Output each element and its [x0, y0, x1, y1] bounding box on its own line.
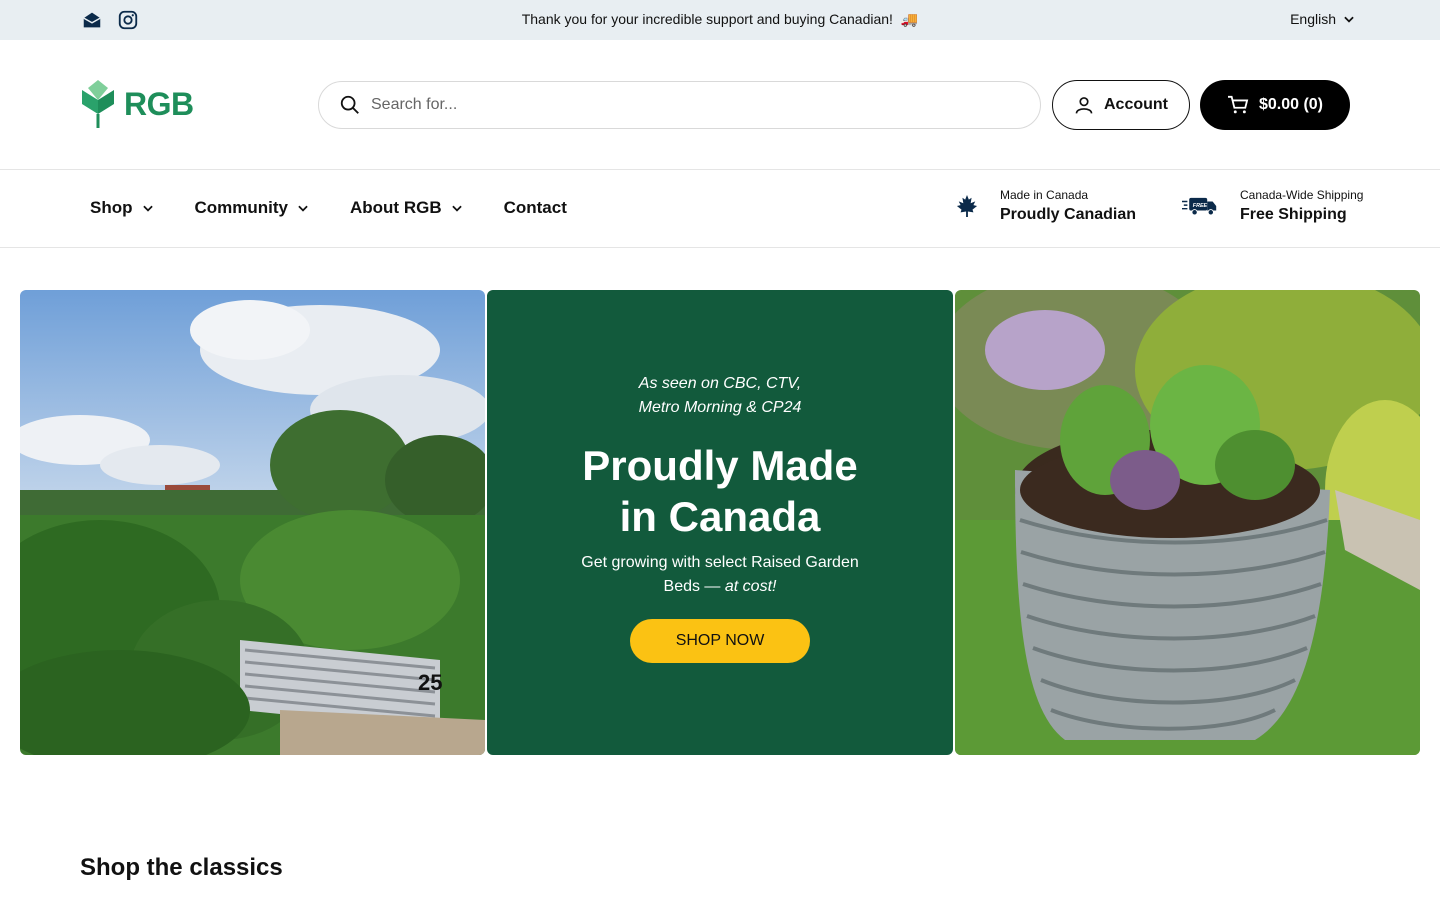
hero-headline: Proudly Made in Canada — [582, 442, 858, 540]
nav-item-contact[interactable]: Contact — [504, 198, 567, 218]
language-selector[interactable]: English — [1290, 11, 1356, 27]
search-input[interactable] — [371, 96, 971, 114]
feature-made-in-canada: Made in Canada Proudly Canadian — [956, 188, 1136, 224]
shop-now-button[interactable]: SHOP NOW — [630, 619, 810, 663]
section-title-classics: Shop the classics — [80, 854, 283, 881]
hero-section: 25 As seen on CBC, CTV, Metro Morning & … — [20, 290, 1420, 755]
announcement-text: Thank you for your incredible support an… — [521, 11, 919, 27]
feature-text: Canada-Wide Shipping Free Shipping — [1240, 188, 1363, 224]
cart-button[interactable]: $0.00 (0) — [1200, 80, 1350, 130]
nav-menu: Shop Community About RGB Contact — [90, 198, 567, 218]
cart-total: $0.00 (0) — [1258, 96, 1324, 113]
announcement-bar: Thank you for your incredible support an… — [0, 0, 1440, 40]
language-label: English — [1290, 11, 1336, 27]
account-label: Account — [1104, 96, 1168, 113]
chevron-down-icon — [1344, 16, 1354, 23]
press-mentions: As seen on CBC, CTV, Metro Morning & CP2… — [638, 375, 802, 416]
truck-emoji-icon: 🚚 — [900, 11, 919, 27]
logo[interactable]: RGB — [80, 78, 194, 130]
chevron-down-icon — [451, 205, 462, 212]
feature-caption: Made in Canada — [1000, 188, 1089, 202]
search-bar — [318, 81, 1041, 129]
nav-item-shop[interactable]: Shop — [90, 198, 155, 218]
nav-item-label: Community — [194, 198, 289, 217]
nav-item-community[interactable]: Community — [195, 198, 311, 218]
feature-free-shipping: FREE Canada-Wide Shipping Free Shipping — [1182, 188, 1363, 224]
nav-item-label: Shop — [90, 198, 133, 217]
site-header: RGB Account $0.00 (0) — [0, 40, 1440, 170]
community-garden-photo: 25 — [20, 290, 485, 755]
svg-text:FREE: FREE — [1193, 203, 1208, 209]
nav-item-about[interactable]: About RGB — [350, 198, 464, 218]
svg-text:25: 25 — [418, 670, 442, 695]
chevron-down-icon — [298, 205, 308, 212]
feature-caption: Canada-Wide Shipping — [1240, 188, 1364, 202]
hero-subtext: Get growing with select Raised Garden Be… — [581, 554, 859, 595]
nav-item-label: About RGB — [350, 198, 442, 217]
chevron-down-icon — [142, 205, 153, 212]
account-button[interactable]: Account — [1052, 80, 1190, 130]
feature-text: Made in Canada Proudly Canadian — [1000, 188, 1136, 224]
raised-bed-photo — [955, 290, 1420, 755]
feature-title: Proudly Canadian — [1000, 206, 1137, 223]
feature-title: Free Shipping — [1240, 206, 1347, 223]
main-nav: Shop Community About RGB Contact Made in… — [0, 170, 1440, 248]
logo-text: RGB — [124, 85, 194, 122]
maple-leaf-icon — [956, 195, 978, 217]
delivery-truck-icon: FREE — [1182, 197, 1217, 216]
user-icon — [1075, 97, 1093, 114]
hero-promo-panel: As seen on CBC, CTV, Metro Morning & CP2… — [487, 290, 953, 755]
nav-item-label: Contact — [503, 198, 567, 217]
search-icon[interactable] — [339, 94, 361, 116]
leaf-logo-icon — [82, 80, 114, 128]
cart-icon — [1227, 95, 1249, 114]
